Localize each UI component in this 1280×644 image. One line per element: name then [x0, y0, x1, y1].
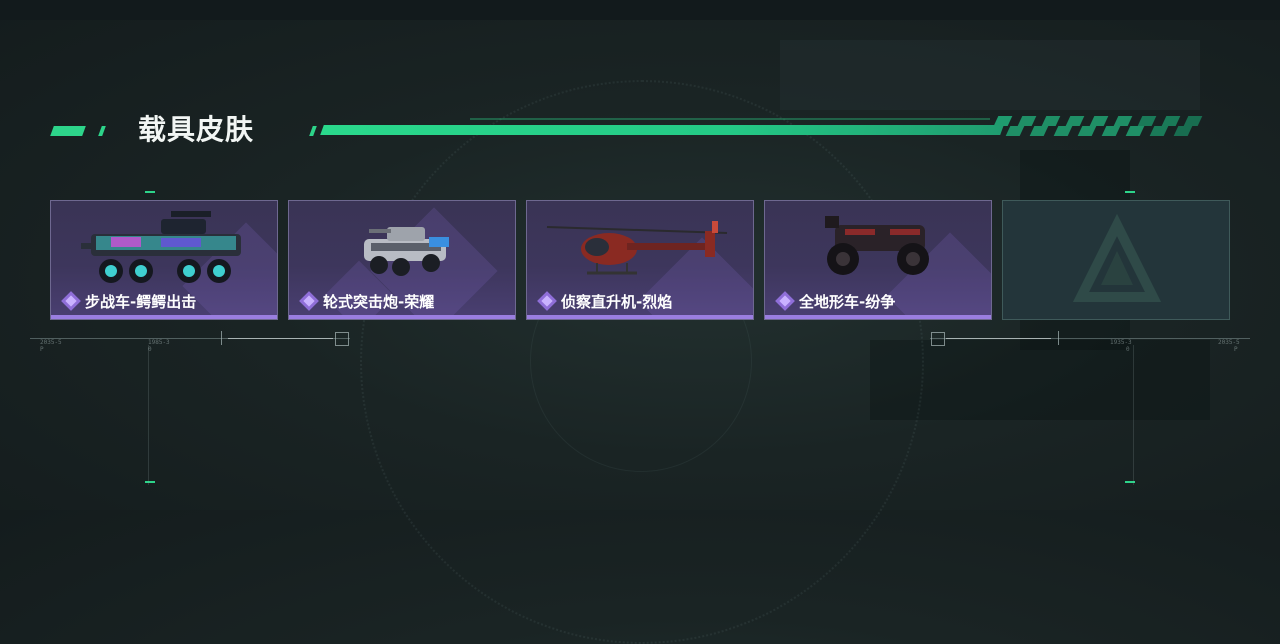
rarity-gem-icon [299, 291, 319, 311]
skin-card-empty[interactable] [1002, 200, 1230, 320]
skin-name: 侦察直升机-烈焰 [561, 293, 673, 311]
game-logo-icon [1072, 213, 1162, 302]
skin-name: 步战车-鳄鳄出击 [85, 293, 197, 311]
skin-name: 轮式突击炮-荣耀 [323, 293, 435, 311]
frame-tick [145, 481, 155, 483]
frame-tick [1125, 191, 1135, 193]
hud-sublabel: 0 [1126, 346, 1130, 353]
rarity-gem-icon [775, 291, 795, 311]
skin-name: 全地形车-纷争 [799, 293, 896, 311]
background-building [780, 40, 1200, 110]
skin-card-ifv[interactable]: 步战车-鳄鳄出击 [50, 200, 278, 320]
skin-card-assault-gun[interactable]: 轮式突击炮-荣耀 [288, 200, 516, 320]
header-long-line [320, 125, 1004, 135]
skin-card-helicopter[interactable]: 侦察直升机-烈焰 [526, 200, 754, 320]
hud-marker [221, 331, 222, 345]
header-accent-bar [50, 126, 86, 136]
hud-label: 2035-5 [40, 339, 62, 346]
header-accent-mark [309, 126, 317, 136]
hud-sublabel: P [1234, 346, 1238, 353]
hud-label: 2035-5 [1218, 339, 1240, 346]
hud-marker [1058, 331, 1059, 345]
hud-sublabel: P [40, 346, 44, 353]
card-underline [765, 315, 991, 319]
hud-label: 1985-3 [148, 339, 170, 346]
rarity-gem-icon [537, 291, 557, 311]
header-thin-line [470, 118, 990, 120]
hud-label: 1935-3 [1110, 339, 1132, 346]
top-band [0, 0, 1280, 20]
rarity-gem-icon [61, 291, 81, 311]
card-underline [51, 315, 277, 319]
header-accent-mark [98, 126, 106, 136]
frame-tick [145, 191, 155, 193]
hud-box [335, 332, 349, 346]
skin-card-atv[interactable]: 全地形车-纷争 [764, 200, 992, 320]
hud-box [931, 332, 945, 346]
card-underline [527, 315, 753, 319]
page-title: 载具皮肤 [138, 113, 255, 146]
card-underline [289, 315, 515, 319]
